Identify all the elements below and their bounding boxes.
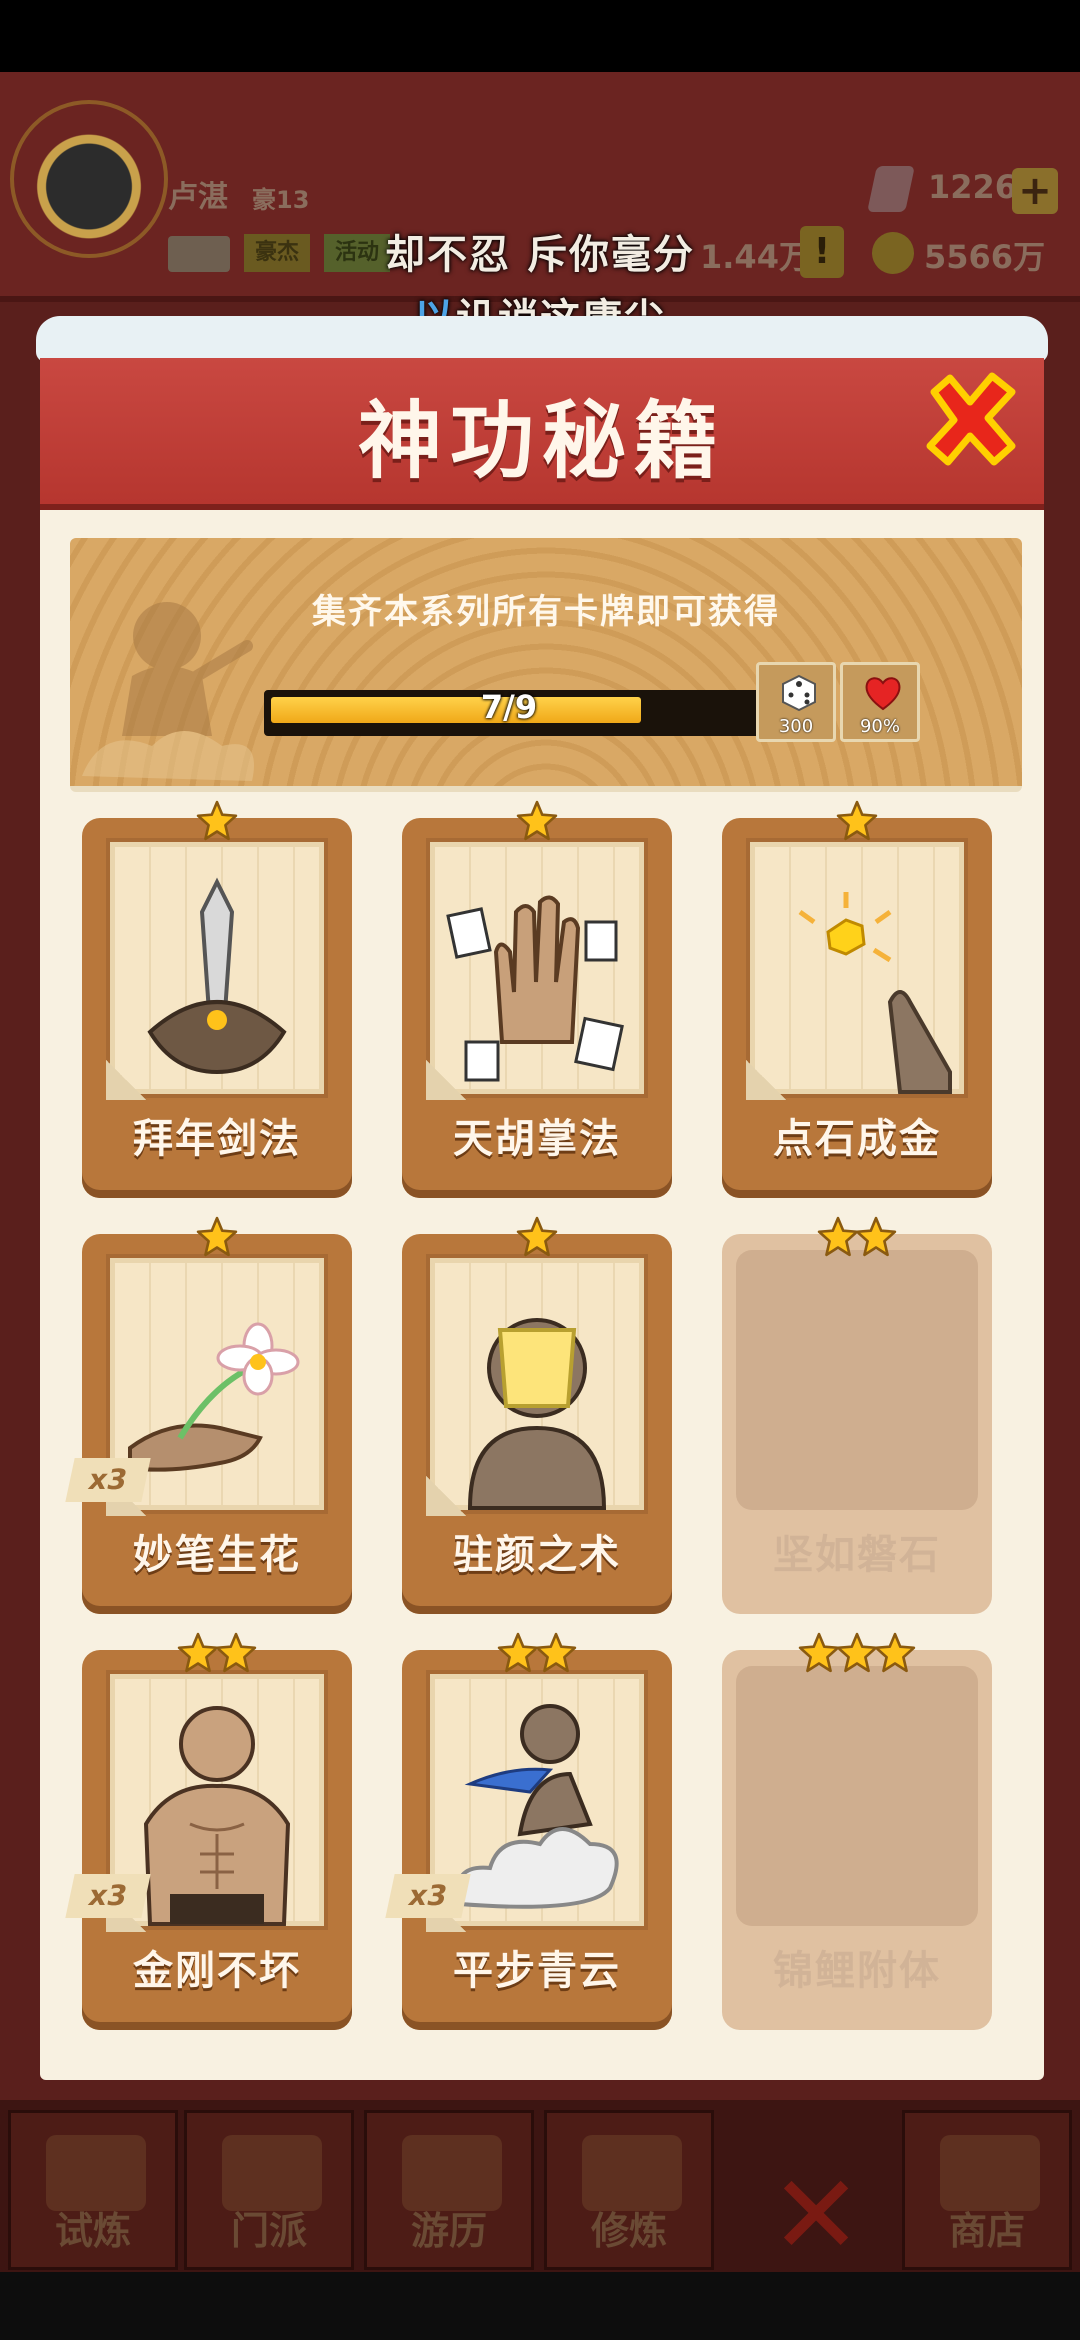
sword-art-icon	[147, 877, 287, 1075]
star-icon	[497, 1632, 539, 1673]
card-2[interactable]: 天胡掌法	[402, 800, 672, 1198]
card-name: 妙笔生花	[133, 1532, 301, 1578]
card-name: 坚如磐石	[773, 1532, 941, 1578]
nav-close-icon[interactable]: ✕	[770, 2160, 862, 2270]
status-bar	[0, 0, 1080, 72]
card-name: 平步青云	[453, 1948, 621, 1994]
reward-value: 90%	[859, 716, 900, 737]
card-art	[736, 1250, 978, 1510]
star-icon	[516, 1216, 558, 1257]
star-icon	[855, 1216, 897, 1257]
star-icon	[535, 1632, 577, 1673]
card-stars	[722, 800, 992, 844]
page-curl	[426, 1476, 466, 1516]
nav-tab-label: 门派	[230, 2209, 307, 2253]
reward-heart[interactable]: 90%	[840, 662, 920, 742]
add-gems-button[interactable]: +	[1012, 168, 1058, 214]
card-name: 锦鲤附体	[773, 1948, 941, 1994]
card-stars	[722, 1632, 992, 1676]
dialog-title: 神功秘籍	[357, 392, 726, 490]
close-button[interactable]	[920, 370, 1020, 470]
banner-text: 集齐本系列所有卡牌即可获得	[312, 592, 780, 632]
bottom-nav: 试炼 门派 游历 修炼 商店	[0, 2100, 1080, 2280]
player-name: 卢湛	[168, 180, 228, 215]
card-6[interactable]: 坚如磐石	[722, 1216, 992, 1614]
nav-tab-label: 商店	[948, 2209, 1025, 2253]
star-icon	[196, 800, 238, 841]
star-icon	[874, 1632, 916, 1673]
reward-value: 300	[778, 716, 814, 737]
card-count-badge: x3	[65, 1458, 151, 1502]
card-stars	[402, 800, 672, 844]
bottom-bar	[0, 2272, 1080, 2340]
nav-tab-travel[interactable]: 游历	[364, 2110, 534, 2270]
close-icon	[926, 372, 1016, 466]
nav-tab-label: 修炼	[590, 2209, 667, 2253]
card-name: 天胡掌法	[453, 1116, 621, 1162]
card-name: 金刚不坏	[133, 1948, 301, 1994]
snow-decoration	[36, 316, 1048, 362]
card-4[interactable]: x3 妙笔生花	[65, 1216, 352, 1614]
card-9[interactable]: 锦鲤附体	[722, 1632, 992, 2030]
card-count-badge: x3	[65, 1874, 151, 1918]
card-stars	[82, 800, 352, 844]
star-icon	[798, 1632, 840, 1673]
star-icon	[836, 800, 878, 841]
nav-tab-trial[interactable]: 试炼	[8, 2110, 178, 2270]
nav-tab-cultivate[interactable]: 修炼	[544, 2110, 714, 2270]
card-stars	[722, 1216, 992, 1260]
mask-art-icon	[467, 1318, 607, 1510]
caption-line-1: 却不忍 斥你毫分	[385, 232, 695, 278]
card-stars	[82, 1216, 352, 1260]
palm-art-icon	[446, 895, 624, 1082]
star-icon	[516, 800, 558, 841]
dice-icon	[782, 674, 816, 712]
nav-tab-shop[interactable]: 商店	[902, 2110, 1072, 2270]
gold-art-icon	[798, 892, 952, 1094]
card-7[interactable]: x3 金刚不坏	[65, 1632, 352, 2030]
card-name: 拜年剑法	[133, 1116, 301, 1162]
star-icon	[177, 1632, 219, 1673]
card-art	[736, 1666, 978, 1926]
card-count-badge: x3	[385, 1874, 471, 1918]
card-stars	[82, 1632, 352, 1676]
progress-text: 7/9	[480, 688, 538, 726]
gem-count: 1226	[928, 168, 1018, 206]
nav-tab-sect[interactable]: 门派	[184, 2110, 354, 2270]
nav-tab-label: 试炼	[54, 2209, 131, 2253]
nav-tab-label: 游历	[410, 2209, 487, 2253]
page-curl	[746, 1060, 786, 1100]
vip-rank: 豪13	[252, 186, 310, 214]
star-icon	[817, 1216, 859, 1257]
card-5[interactable]: 驻颜之术	[402, 1216, 672, 1614]
card-name: 点石成金	[773, 1116, 941, 1162]
card-3[interactable]: 点石成金	[722, 800, 992, 1198]
star-icon	[836, 1632, 878, 1673]
star-icon	[196, 1216, 238, 1257]
card-1[interactable]: 拜年剑法	[82, 800, 352, 1198]
card-8[interactable]: x3 平步青云	[385, 1632, 672, 2030]
page-curl	[106, 1060, 146, 1100]
page-curl	[426, 1060, 466, 1100]
reward-dice[interactable]: 300	[756, 662, 836, 742]
card-name: 驻颜之术	[453, 1532, 621, 1578]
star-icon	[215, 1632, 257, 1673]
card-stars	[402, 1216, 672, 1260]
heart-icon	[865, 677, 901, 711]
card-stars	[402, 1632, 672, 1676]
